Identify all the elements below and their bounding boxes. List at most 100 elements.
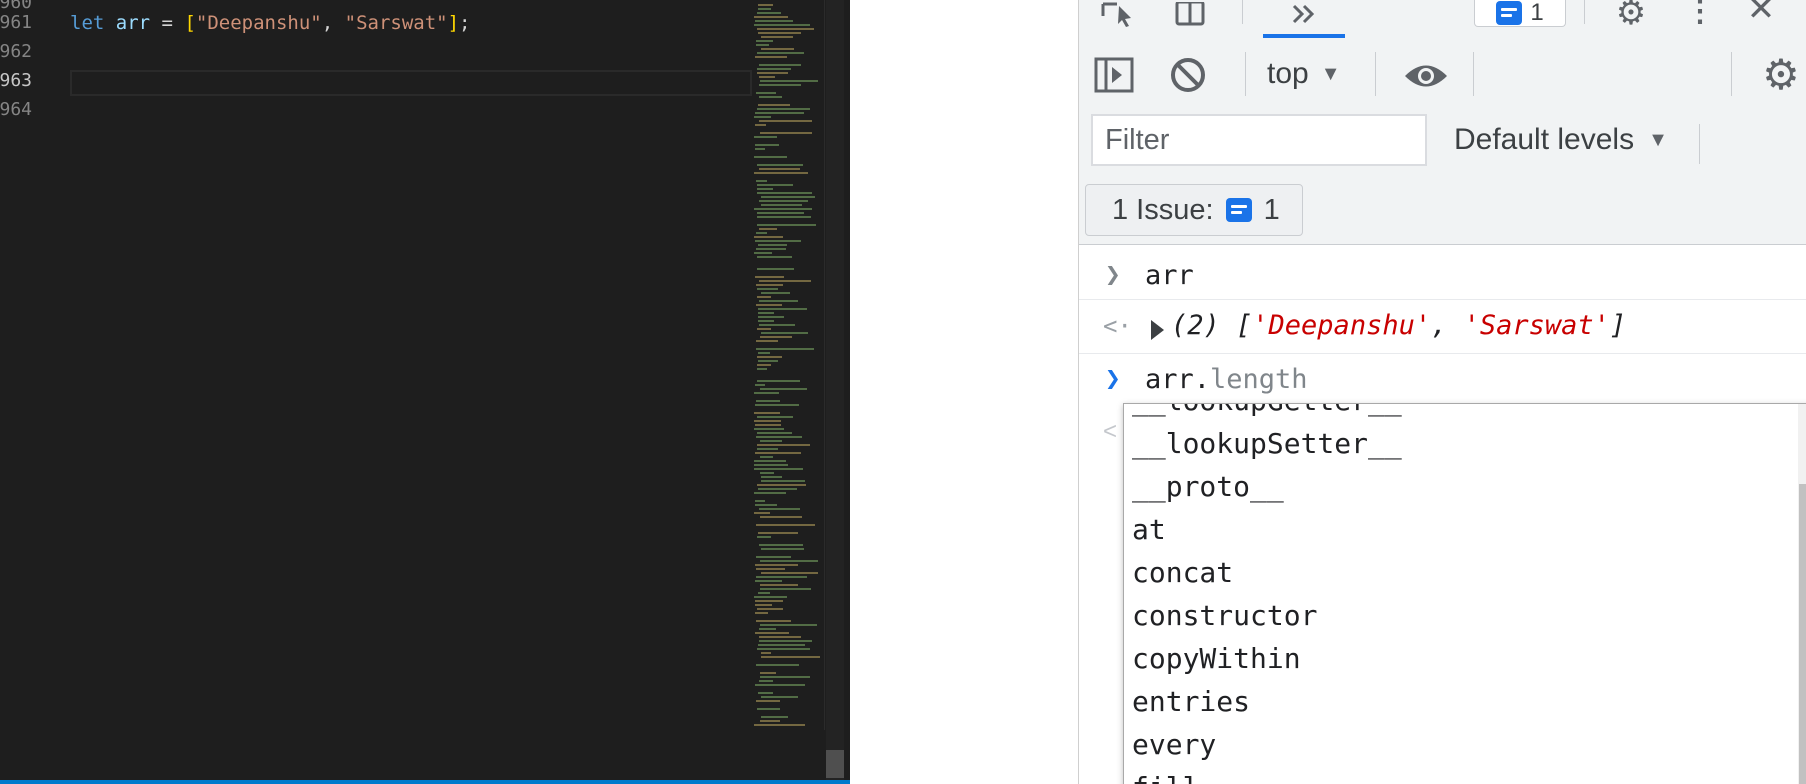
suggestion-item[interactable]: __lookupGetter__ <box>1132 404 1402 417</box>
suggestion-item[interactable]: every <box>1132 728 1216 761</box>
minimap-line <box>756 436 802 438</box>
minimap-line <box>755 504 777 506</box>
divider <box>1242 0 1243 24</box>
minimap-line <box>759 508 800 510</box>
minimap-line <box>760 440 782 442</box>
array-suffix: ] <box>1609 310 1627 341</box>
minimap-line <box>757 368 767 370</box>
minimap[interactable] <box>752 0 825 730</box>
issues-button[interactable]: 1 Issue: 1 <box>1085 184 1303 236</box>
minimap-line <box>761 292 790 294</box>
minimap-line <box>757 268 794 270</box>
minimap-line <box>760 132 812 134</box>
issues-count: 1 <box>1263 193 1280 226</box>
minimap-line <box>756 664 799 666</box>
code-editor[interactable]: 960 961 962 963 964 let arr = ["Deepansh… <box>0 0 850 784</box>
minimap-line <box>759 636 801 638</box>
live-expression-eye-icon[interactable] <box>1401 56 1451 96</box>
minimap-line <box>757 356 782 358</box>
minimap-line <box>754 464 788 466</box>
minimap-line <box>760 672 776 674</box>
minimap-line <box>756 400 780 402</box>
minimap-line <box>758 360 778 362</box>
minimap-line <box>758 4 773 6</box>
suggestions-scrollbar-thumb[interactable] <box>1799 484 1806 784</box>
minimap-line <box>757 192 812 194</box>
code-line[interactable]: let arr = ["Deepanshu", "Sarswat"]; <box>70 12 470 34</box>
console-input-line[interactable]: ❯ arr <box>1079 252 1806 300</box>
result-arrow-icon: <· <box>1103 312 1132 340</box>
minimap-line <box>758 532 798 534</box>
minimap-line <box>758 8 771 10</box>
kebab-menu-icon[interactable]: ⋮ <box>1685 0 1715 28</box>
array-item: 'Deepanshu' <box>1252 310 1432 341</box>
clear-console-icon[interactable] <box>1167 54 1209 96</box>
device-toolbar-icon[interactable] <box>1171 0 1211 30</box>
settings-gear-icon[interactable]: ⚙ <box>1609 0 1653 32</box>
minimap-line <box>754 208 812 210</box>
minimap-line <box>759 76 775 78</box>
minimap-line <box>757 184 793 186</box>
console-result-line[interactable]: <· (2) ['Deepanshu', 'Sarswat'] <box>1079 302 1806 354</box>
minimap-line <box>760 80 818 82</box>
suggestion-item[interactable]: __lookupSetter__ <box>1132 427 1402 460</box>
suggestion-item[interactable]: fill <box>1132 771 1199 784</box>
operator: = <box>150 12 185 34</box>
minimap-line <box>760 456 773 458</box>
autocomplete-ghost-text: length <box>1210 364 1308 395</box>
devtools-tabbar: 1 ⚙ ⋮ ✕ <box>1079 0 1806 39</box>
suggestion-item[interactable]: concat <box>1132 556 1233 589</box>
minimap-line <box>755 612 768 614</box>
console-settings-gear-icon[interactable]: ⚙ <box>1759 51 1803 98</box>
minimap-line <box>758 308 807 310</box>
semicolon: ; <box>459 12 471 34</box>
editor-scrollbar[interactable] <box>826 0 844 784</box>
minimap-line <box>754 420 781 422</box>
expand-triangle-icon[interactable] <box>1151 320 1164 340</box>
result-arrow-icon: < <box>1103 418 1118 445</box>
suggestion-item[interactable]: __proto__ <box>1132 470 1284 503</box>
page-viewport <box>850 0 1078 784</box>
context-selector[interactable]: top ▼ <box>1267 56 1341 92</box>
minimap-line <box>756 340 778 342</box>
minimap-line <box>761 196 815 198</box>
current-line-highlight[interactable] <box>70 70 752 96</box>
log-levels-dropdown[interactable]: Default levels ▼ <box>1454 120 1668 160</box>
minimap-line <box>760 588 811 590</box>
issues-badge[interactable]: 1 <box>1474 0 1566 27</box>
divider <box>1473 52 1474 96</box>
minimap-line <box>754 492 786 494</box>
minimap-line <box>758 692 773 694</box>
suggestion-item[interactable]: at <box>1132 513 1166 546</box>
line-number: 964 <box>0 99 32 120</box>
filter-input[interactable] <box>1091 114 1427 166</box>
minimap-line <box>760 336 792 338</box>
minimap-line <box>761 652 771 654</box>
line-number-active: 963 <box>0 70 32 91</box>
divider <box>1584 0 1585 24</box>
minimap-line <box>761 480 805 482</box>
editor-scrollbar-thumb[interactable] <box>826 750 844 778</box>
autocomplete-suggestions[interactable]: __lookupGetter__ __lookupSetter__ __prot… <box>1123 403 1806 784</box>
minimap-line <box>757 224 816 226</box>
suggestion-item[interactable]: copyWithin <box>1132 642 1301 675</box>
minimap-line <box>755 148 765 150</box>
more-tabs-icon[interactable] <box>1275 0 1335 30</box>
minimap-line <box>754 724 805 726</box>
minimap-line <box>761 696 798 698</box>
minimap-line <box>756 348 814 350</box>
minimap-line <box>755 452 801 454</box>
suggestion-item[interactable]: entries <box>1132 685 1250 718</box>
minimap-line <box>755 144 779 146</box>
close-icon[interactable]: ✕ <box>1741 0 1781 28</box>
suggestion-item[interactable]: constructor <box>1132 599 1317 632</box>
array-prefix: (2) [ <box>1171 310 1253 341</box>
minimap-line <box>754 252 772 254</box>
minimap-line <box>757 608 783 610</box>
minimap-line <box>756 92 776 94</box>
minimap-line <box>759 200 808 202</box>
console-prompt[interactable]: ❯ arr.length <box>1079 358 1806 406</box>
inspect-element-icon[interactable] <box>1099 0 1139 30</box>
sidebar-toggle-icon[interactable] <box>1093 54 1135 96</box>
minimap-line <box>759 96 782 98</box>
